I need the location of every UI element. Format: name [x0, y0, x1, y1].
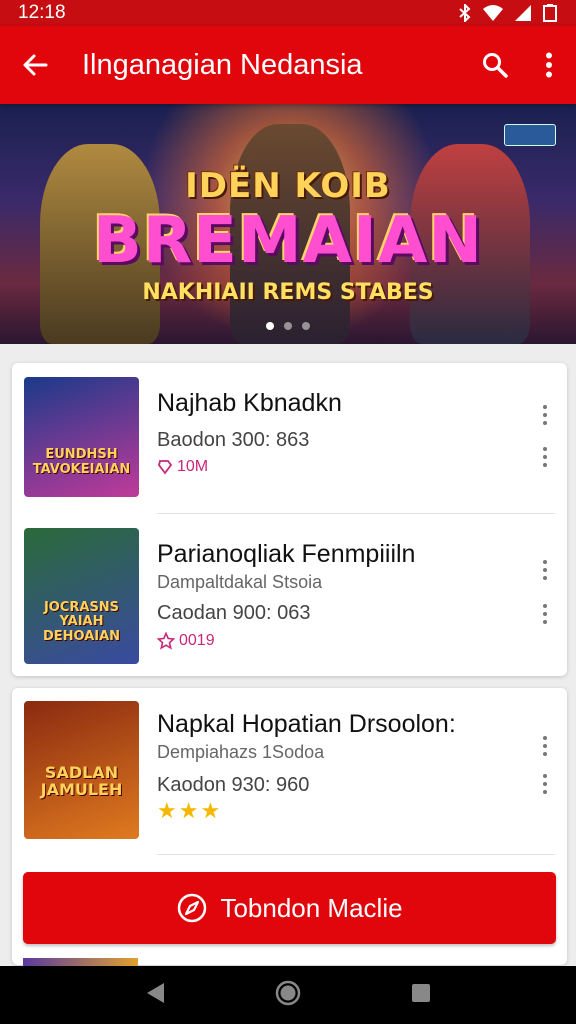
item-menu-button[interactable] [535, 560, 555, 580]
nav-recents-icon [411, 983, 430, 1002]
item-menu-button-secondary[interactable] [535, 774, 555, 794]
system-nav-bar [0, 966, 576, 1024]
search-icon [483, 53, 508, 78]
banner-line1: IDËN KOIB [185, 166, 391, 206]
game-thumbnail: JOCRASNS YAIAH DEHOAIAN [24, 528, 139, 664]
item-meta: Kaodon 930: 960 [157, 774, 310, 796]
nav-recents-button[interactable] [410, 982, 432, 1009]
item-title: Napkal Hopatian Drsoolon: [157, 710, 456, 738]
page-title: Ilnganagian Nedansia [82, 48, 363, 81]
thumbnail-text: JOCRASNS YAIAH DEHOAIAN [42, 600, 121, 644]
app-bar: Ilnganagian Nedansia [0, 26, 576, 104]
item-meta: Caodan 900: 063 [157, 602, 311, 624]
carousel-dot[interactable] [302, 322, 310, 330]
status-time: 12:18 [18, 2, 66, 23]
primary-action-button[interactable]: Tobndon Maclie [23, 872, 556, 944]
battery-icon [543, 4, 557, 22]
signal-icon [515, 5, 531, 21]
item-menu-button[interactable] [535, 405, 555, 425]
overflow-menu-button[interactable] [522, 26, 576, 104]
item-title: Parianoqliak Fenmpiiiln [157, 540, 416, 568]
primary-action-label: Tobndon Maclie [220, 892, 403, 923]
item-tag: 0019 [157, 632, 215, 650]
back-button[interactable] [0, 26, 70, 104]
item-meta: Baodon 300: 863 [157, 429, 310, 451]
item-title: Najhab Kbnadkn [157, 389, 342, 417]
nav-home-button[interactable] [275, 980, 301, 1011]
nav-home-icon [275, 980, 301, 1005]
item-subtitle: Dempiahazs 1Sodoa [157, 742, 325, 762]
rating-stars: ★★★ [157, 798, 223, 823]
status-icons [458, 4, 558, 22]
game-thumbnail: EUNDHSH TAVOKEIAIAN [24, 377, 139, 497]
item-tag-label: 0019 [179, 632, 215, 649]
arrow-back-icon [23, 54, 48, 76]
item-tag: 10M [157, 458, 208, 476]
star-outline-icon [157, 632, 175, 650]
thumbnail-text: SADLAN JAMULEH [40, 762, 123, 800]
wifi-icon [483, 5, 503, 21]
carousel-indicator [0, 322, 576, 330]
list-item[interactable]: JOCRASNS YAIAH DEHOAIAN Parianoqliak Fen… [12, 514, 567, 664]
banner-badge [504, 124, 556, 146]
bluetooth-icon [459, 4, 471, 22]
compass-icon [178, 893, 207, 923]
divider [157, 854, 555, 855]
item-menu-button-secondary[interactable] [535, 604, 555, 624]
carousel-dot[interactable] [266, 322, 274, 330]
item-subtitle: Dampaltdakal Stsoia [157, 572, 323, 592]
list-item[interactable]: EUNDHSH TAVOKEIAIAN Najhab Kbnadkn Baodo… [12, 363, 567, 513]
item-menu-button-secondary[interactable] [535, 447, 555, 467]
banner-subtitle: NAKHIAII REMS STABES [142, 280, 434, 305]
game-list-card: EUNDHSH TAVOKEIAIAN Najhab Kbnadkn Baodo… [12, 363, 567, 676]
item-menu-button[interactable] [535, 736, 555, 756]
carousel-dot[interactable] [284, 322, 292, 330]
nav-back-button[interactable] [144, 981, 166, 1010]
list-item[interactable]: SADLAN JAMULEH Napkal Hopatian Drsoolon:… [12, 688, 567, 839]
game-thumbnail: SADLAN JAMULEH [24, 701, 139, 839]
thumbnail-text: EUNDHSH TAVOKEIAIAN [32, 447, 131, 477]
banner-title: BREMAIAN [93, 204, 483, 278]
search-button[interactable] [468, 26, 522, 104]
item-tag-label: 10M [177, 458, 209, 475]
nav-back-icon [147, 982, 165, 1003]
more-vert-icon [546, 52, 552, 78]
status-bar: 12:18 [0, 0, 576, 26]
tag-icon [158, 460, 173, 475]
featured-banner[interactable]: IDËN KOIB BREMAIAN NAKHIAII REMS STABES [0, 104, 576, 344]
